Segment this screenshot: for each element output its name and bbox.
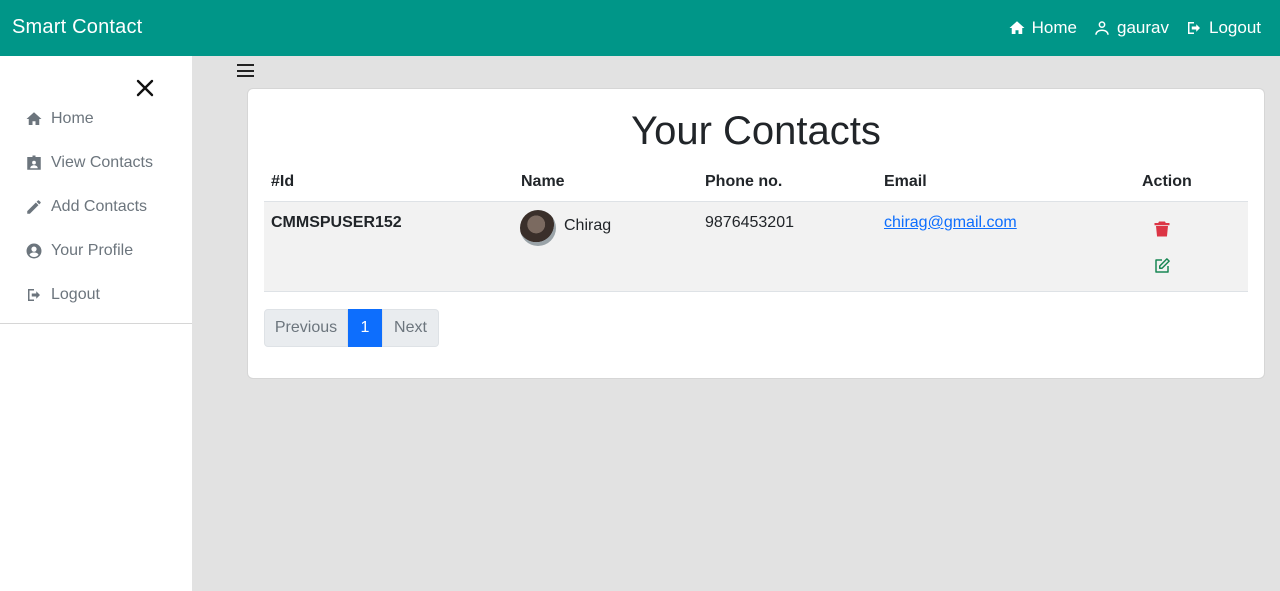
- sidebar-item-home[interactable]: Home: [25, 110, 94, 128]
- sidebar-item-add-contacts[interactable]: Add Contacts: [25, 198, 147, 216]
- pencil-icon: [27, 200, 41, 214]
- nav-logout-link[interactable]: Logout: [1185, 18, 1261, 38]
- nav-home-label: Home: [1031, 18, 1078, 37]
- contacts-card: Your Contacts #Id Name Phone no. Email A…: [247, 88, 1265, 379]
- sidebar-item-view-contacts[interactable]: View Contacts: [25, 154, 153, 172]
- page-title: Your Contacts: [631, 109, 881, 153]
- edit-icon[interactable]: [1153, 257, 1171, 275]
- nav-home-link[interactable]: Home: [1008, 18, 1077, 38]
- sidebar-item-label: Add Contacts: [51, 198, 148, 215]
- sidebar-item-label: View Contacts: [51, 154, 153, 171]
- sidebar-item-label: Your Profile: [51, 242, 134, 259]
- user-icon: [1095, 21, 1109, 35]
- logout-icon: [1188, 22, 1200, 34]
- nav-logout-label: Logout: [1209, 18, 1261, 37]
- sidebar-divider: [0, 323, 192, 324]
- pagination: Previous 1 Next: [264, 309, 439, 347]
- top-navbar: Smart Contact Home gaurav Logout: [0, 0, 1280, 56]
- column-header-email: Email: [884, 173, 927, 190]
- sidebar-item-logout[interactable]: Logout: [25, 286, 100, 304]
- next-page-button[interactable]: Next: [382, 309, 439, 347]
- navbar-links: Home gaurav Logout: [1008, 18, 1261, 38]
- sidebar: Home View Contacts Add Contacts Your Pro…: [0, 56, 192, 591]
- contact-card-icon: [27, 155, 41, 170]
- contact-id: CMMSPUSER152: [271, 214, 402, 231]
- column-header-id: #Id: [271, 173, 295, 190]
- column-header-phone: Phone no.: [705, 173, 783, 190]
- sidebar-item-label: Logout: [51, 286, 100, 303]
- column-header-action: Action: [1142, 173, 1192, 190]
- contact-email-link[interactable]: chirag@gmail.com: [884, 214, 1017, 232]
- avatar[interactable]: [520, 210, 556, 246]
- logout-icon: [28, 289, 40, 301]
- home-icon: [26, 112, 42, 125]
- close-icon[interactable]: [135, 78, 155, 98]
- trash-icon[interactable]: [1153, 220, 1171, 238]
- user-circle-icon: [26, 243, 42, 259]
- sidebar-item-your-profile[interactable]: Your Profile: [25, 242, 133, 260]
- sidebar-item-label: Home: [51, 110, 94, 127]
- contact-name[interactable]: Chirag: [564, 217, 611, 235]
- home-icon: [1009, 21, 1025, 34]
- menu-toggle-icon[interactable]: [237, 64, 254, 80]
- contact-phone: 9876453201: [705, 214, 794, 231]
- nav-user-link[interactable]: gaurav: [1093, 18, 1169, 38]
- current-page-button[interactable]: 1: [348, 309, 382, 347]
- brand-title[interactable]: Smart Contact: [12, 16, 142, 39]
- nav-user-label: gaurav: [1117, 18, 1169, 37]
- column-header-name: Name: [521, 173, 565, 190]
- previous-page-button[interactable]: Previous: [264, 309, 348, 347]
